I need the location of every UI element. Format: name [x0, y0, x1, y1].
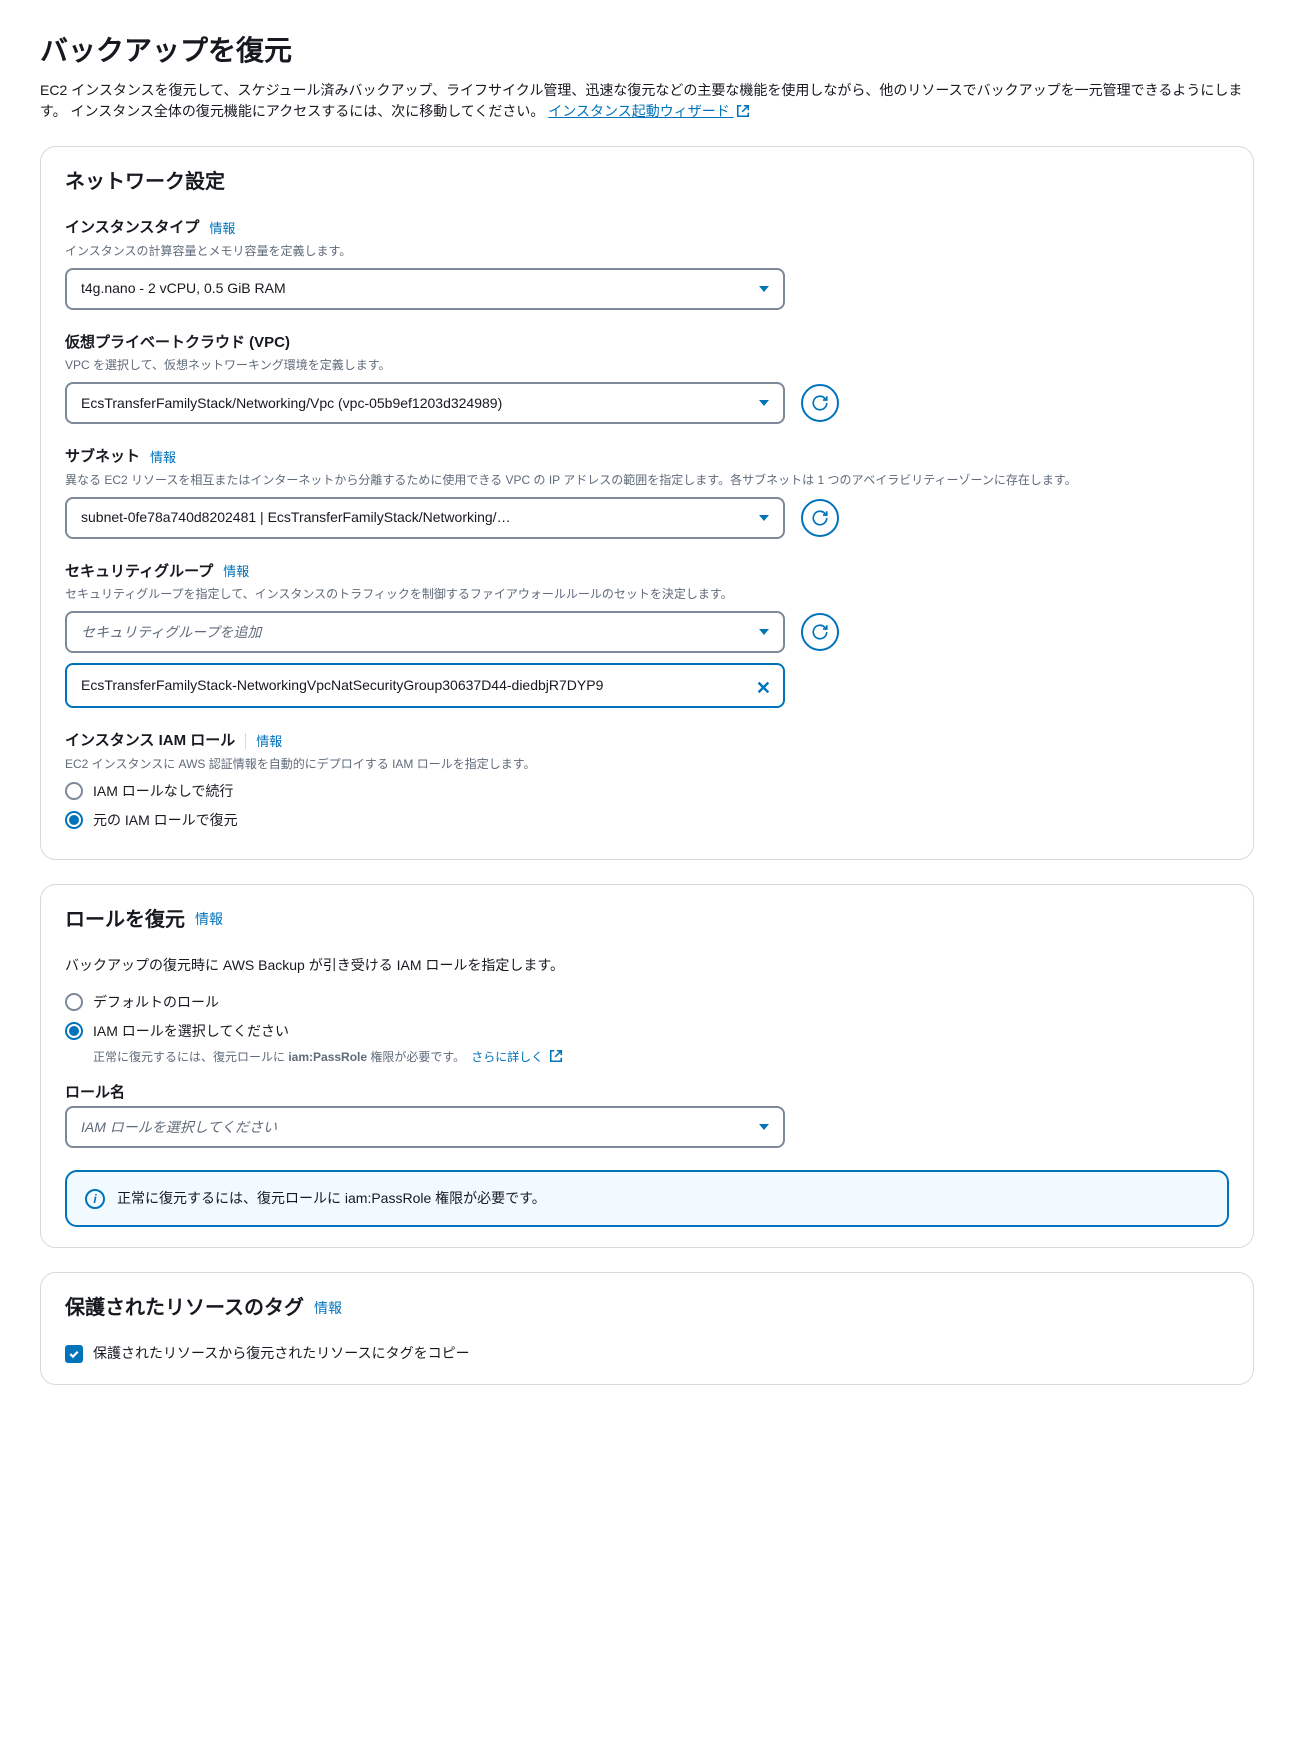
- vpc-label: 仮想プライベートクラウド (VPC): [65, 332, 290, 355]
- divider: [245, 733, 246, 749]
- vpc-select[interactable]: EcsTransferFamilyStack/Networking/Vpc (v…: [65, 382, 785, 424]
- security-group-label: セキュリティグループ: [65, 561, 213, 584]
- iam-role-none-radio[interactable]: IAM ロールなしで続行: [65, 781, 1229, 802]
- subnet-label: サブネット: [65, 446, 140, 469]
- instance-launch-wizard-link[interactable]: インスタンス起動ウィザード: [548, 103, 749, 119]
- role-name-select[interactable]: IAM ロールを選択してください: [65, 1106, 785, 1148]
- iam-role-original-radio[interactable]: 元の IAM ロールで復元: [65, 810, 1229, 831]
- info-banner-text: 正常に復元するには、復元ロールに iam:PassRole 権限が必要です。: [117, 1188, 546, 1209]
- radio-icon: [65, 811, 83, 829]
- instance-type-info-link[interactable]: 情報: [209, 219, 235, 239]
- chevron-down-icon: [759, 515, 769, 521]
- info-icon: i: [85, 1189, 105, 1209]
- restore-role-title: ロールを復元: [65, 905, 185, 935]
- instance-iam-role-hint: EC2 インスタンスに AWS 認証情報を自動的にデプロイする IAM ロールを…: [65, 755, 1229, 773]
- network-settings-title: ネットワーク設定: [65, 167, 1229, 197]
- vpc-refresh-button[interactable]: [801, 384, 839, 422]
- restore-role-hint: バックアップの復元時に AWS Backup が引き受ける IAM ロールを指定…: [65, 955, 1229, 976]
- security-group-select[interactable]: セキュリティグループを追加: [65, 611, 785, 653]
- instance-type-label: インスタンスタイプ: [65, 217, 199, 240]
- passrole-note: 正常に復元するには、復元ロールに iam:PassRole 権限が必要です。 さ…: [93, 1048, 1229, 1066]
- instance-type-select[interactable]: t4g.nano - 2 vCPU, 0.5 GiB RAM: [65, 268, 785, 310]
- subnet-info-link[interactable]: 情報: [150, 448, 176, 468]
- restore-role-info-link[interactable]: 情報: [195, 909, 223, 930]
- tags-info-link[interactable]: 情報: [314, 1298, 342, 1319]
- chevron-down-icon: [759, 286, 769, 292]
- role-name-label: ロール名: [65, 1082, 125, 1105]
- security-group-refresh-button[interactable]: [801, 613, 839, 651]
- learn-more-link[interactable]: さらに詳しく: [471, 1048, 562, 1066]
- restore-role-card: ロールを復元 情報 バックアップの復元時に AWS Backup が引き受ける …: [40, 884, 1254, 1249]
- subnet-hint: 異なる EC2 リソースを相互またはインターネットから分離するために使用できる …: [65, 471, 1229, 489]
- page-title: バックアップを復元: [40, 30, 1254, 72]
- radio-icon: [65, 1022, 83, 1040]
- security-group-hint: セキュリティグループを指定して、インスタンスのトラフィックを制御するファイアウォ…: [65, 585, 1229, 603]
- subnet-refresh-button[interactable]: [801, 499, 839, 537]
- chevron-down-icon: [759, 400, 769, 406]
- passrole-info-banner: i 正常に復元するには、復元ロールに iam:PassRole 権限が必要です。: [65, 1170, 1229, 1227]
- radio-icon: [65, 993, 83, 1011]
- chevron-down-icon: [759, 1124, 769, 1130]
- copy-tags-label: 保護されたリソースから復元されたリソースにタグをコピー: [93, 1343, 470, 1364]
- external-link-icon: [549, 1049, 563, 1063]
- chevron-down-icon: [759, 629, 769, 635]
- page-description: EC2 インスタンスを復元して、スケジュール済みバックアップ、ライフサイクル管理…: [40, 80, 1254, 122]
- security-group-token-remove[interactable]: ✕: [756, 675, 771, 702]
- vpc-hint: VPC を選択して、仮想ネットワーキング環境を定義します。: [65, 356, 1229, 374]
- network-settings-card: ネットワーク設定 インスタンスタイプ 情報 インスタンスの計算容量とメモリ容量を…: [40, 146, 1254, 860]
- radio-icon: [65, 782, 83, 800]
- instance-iam-role-info-link[interactable]: 情報: [256, 732, 282, 752]
- security-group-info-link[interactable]: 情報: [223, 562, 249, 582]
- copy-tags-checkbox[interactable]: [65, 1345, 83, 1363]
- tags-title: 保護されたリソースのタグ: [65, 1293, 304, 1323]
- select-iam-role-radio[interactable]: IAM ロールを選択してください: [65, 1021, 1229, 1042]
- external-link-icon: [736, 103, 750, 117]
- subnet-select[interactable]: subnet-0fe78a740d8202481 | EcsTransferFa…: [65, 497, 785, 539]
- security-group-token: EcsTransferFamilyStack-NetworkingVpcNatS…: [65, 663, 785, 708]
- default-role-radio[interactable]: デフォルトのロール: [65, 992, 1229, 1013]
- instance-iam-role-label: インスタンス IAM ロール: [65, 730, 235, 753]
- protected-resource-tags-card: 保護されたリソースのタグ 情報 保護されたリソースから復元されたリソースにタグを…: [40, 1272, 1254, 1385]
- instance-type-hint: インスタンスの計算容量とメモリ容量を定義します。: [65, 242, 1229, 260]
